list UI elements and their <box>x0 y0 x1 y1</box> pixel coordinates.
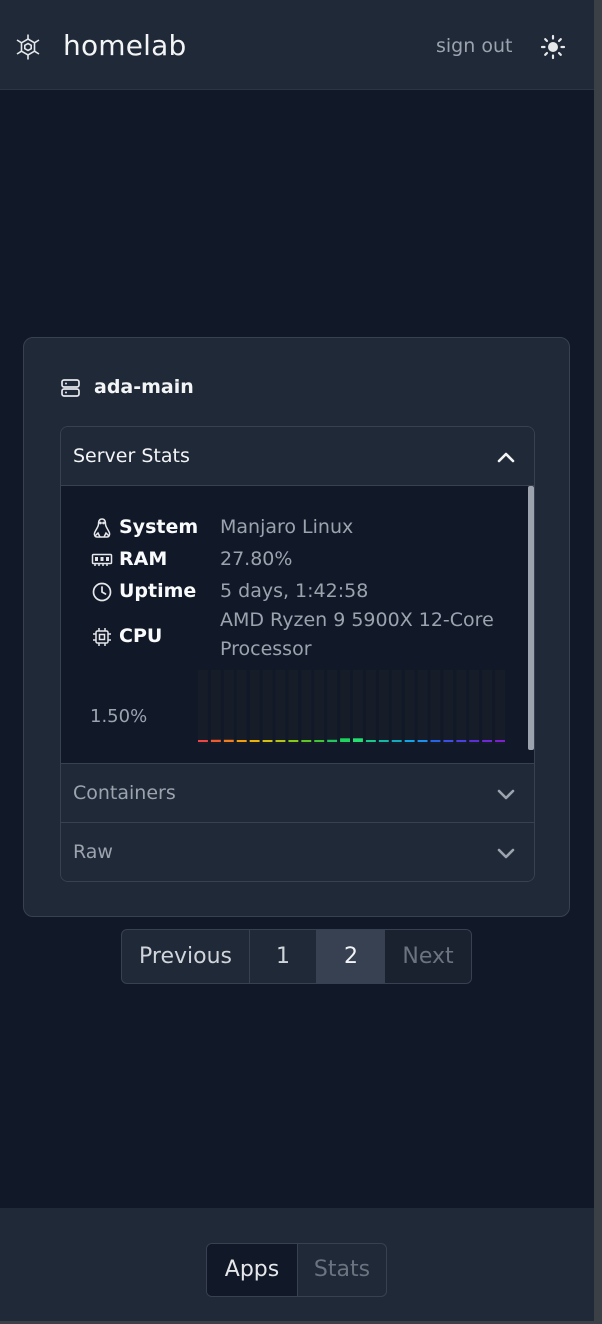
stat-value: Manjaro Linux <box>220 516 354 538</box>
cpu-core-bar <box>353 738 363 742</box>
cpu-core-bar <box>365 740 376 742</box>
cpu-core-bar <box>275 740 286 742</box>
pagination: Previous 1 2 Next <box>121 929 472 984</box>
sign-out-link[interactable]: sign out <box>436 35 512 57</box>
app-title: homelab <box>63 29 187 62</box>
memory-icon <box>91 553 113 566</box>
accordion-raw[interactable]: Raw <box>61 822 534 881</box>
bottom-nav: Apps Stats <box>0 1208 594 1321</box>
cpu-core-bar <box>430 740 441 742</box>
cpu-core-track <box>456 670 467 744</box>
stat-value: 27.80% <box>220 548 293 570</box>
stat-label: System <box>119 516 199 538</box>
cpu-core-bar <box>301 740 312 742</box>
accordion-label: Raw <box>73 841 113 863</box>
cpu-core-bar <box>404 740 415 742</box>
cpu-core-bar <box>456 740 467 742</box>
cpu-core-bar <box>482 740 493 742</box>
view-switcher: Apps Stats <box>206 1243 387 1297</box>
cpu-core-bar <box>417 740 428 742</box>
stat-value: 5 days, 1:42:58 <box>220 580 369 602</box>
page-1-button[interactable]: 1 <box>250 930 317 983</box>
cpu-core-track <box>417 670 428 744</box>
cpu-core-track <box>378 670 389 744</box>
cpu-core-track <box>327 670 338 744</box>
cpu-core-bar <box>314 740 325 742</box>
cpu-core-track <box>365 670 376 744</box>
cpu-core-track <box>495 670 505 744</box>
chevron-up-icon <box>497 452 515 463</box>
stat-label: RAM <box>119 548 168 570</box>
cpu-core-bar <box>378 740 389 742</box>
server-stats-panel: System Manjaro Linux RAM 27.80% Uptime 5… <box>61 486 534 763</box>
cpu-core-track <box>482 670 493 744</box>
cpu-core-track <box>275 670 286 744</box>
chevron-down-icon <box>497 789 515 800</box>
server-icon <box>61 379 80 397</box>
cpu-core-track <box>288 670 299 744</box>
cpu-core-bar <box>262 740 273 742</box>
cpu-core-track <box>404 670 415 744</box>
cpu-core-track <box>249 670 260 744</box>
accordion-server-stats[interactable]: Server Stats <box>61 427 534 486</box>
cpu-usage-value: 1.50% <box>90 706 148 727</box>
cpu-core-track <box>430 670 441 744</box>
cpu-core-track <box>262 670 273 744</box>
stat-cpu: CPU AMD Ryzen 9 5900X 12-Core Processor <box>91 609 511 660</box>
cpu-core-bars <box>198 670 505 744</box>
cpu-core-track <box>314 670 325 744</box>
cpu-core-track <box>236 670 247 744</box>
accordion-label: Containers <box>73 782 176 804</box>
cpu-core-track <box>443 670 454 744</box>
server-card: ada-main Server Stats System Manjaro Lin… <box>23 337 570 917</box>
next-page-button[interactable]: Next <box>385 930 471 983</box>
cpu-core-track <box>210 670 221 744</box>
accordion-label: Server Stats <box>73 445 190 467</box>
cpu-core-bar <box>495 740 505 742</box>
cpu-core-bar <box>327 739 338 742</box>
window-frame-right <box>594 0 602 1324</box>
hexagon-network-logo-icon <box>16 34 40 60</box>
cpu-core-bar <box>391 740 402 742</box>
linux-icon <box>93 518 111 538</box>
cpu-core-track <box>223 670 234 744</box>
page-2-button[interactable]: 2 <box>317 930 385 983</box>
cpu-core-track <box>353 670 363 744</box>
stats-tab[interactable]: Stats <box>298 1244 386 1296</box>
sun-icon[interactable] <box>540 34 566 60</box>
clock-icon <box>92 582 112 602</box>
cpu-core-track <box>391 670 402 744</box>
chevron-down-icon <box>497 848 515 859</box>
cpu-core-bar <box>340 738 350 742</box>
cpu-core-bar <box>198 740 208 742</box>
cpu-core-bar <box>210 739 221 742</box>
accordion-containers[interactable]: Containers <box>61 763 534 822</box>
server-accordion: Server Stats System Manjaro Linux RAM 27… <box>60 426 535 882</box>
cpu-core-bar <box>443 740 454 742</box>
previous-page-button[interactable]: Previous <box>122 930 250 983</box>
stat-label: CPU <box>119 625 163 647</box>
cpu-core-bar <box>288 740 299 742</box>
stat-value: AMD Ryzen 9 5900X 12-Core Processor <box>220 609 494 660</box>
cpu-core-track <box>301 670 312 744</box>
stat-label: Uptime <box>119 580 197 602</box>
panel-scrollbar[interactable] <box>528 486 534 750</box>
cpu-core-track <box>198 670 208 744</box>
cpu-core-track <box>340 670 350 744</box>
stat-ram: RAM 27.80% <box>91 547 511 575</box>
top-header: homelab sign out <box>0 0 594 90</box>
stat-system: System Manjaro Linux <box>91 515 511 543</box>
stat-uptime: Uptime 5 days, 1:42:58 <box>91 579 511 607</box>
cpu-chip-icon <box>93 628 111 646</box>
cpu-core-bar <box>249 740 260 742</box>
server-name: ada-main <box>94 376 194 398</box>
cpu-core-bar <box>236 740 247 742</box>
apps-tab[interactable]: Apps <box>207 1244 298 1296</box>
cpu-core-bar <box>469 740 480 742</box>
cpu-core-track <box>469 670 480 744</box>
cpu-core-bar <box>223 739 234 742</box>
